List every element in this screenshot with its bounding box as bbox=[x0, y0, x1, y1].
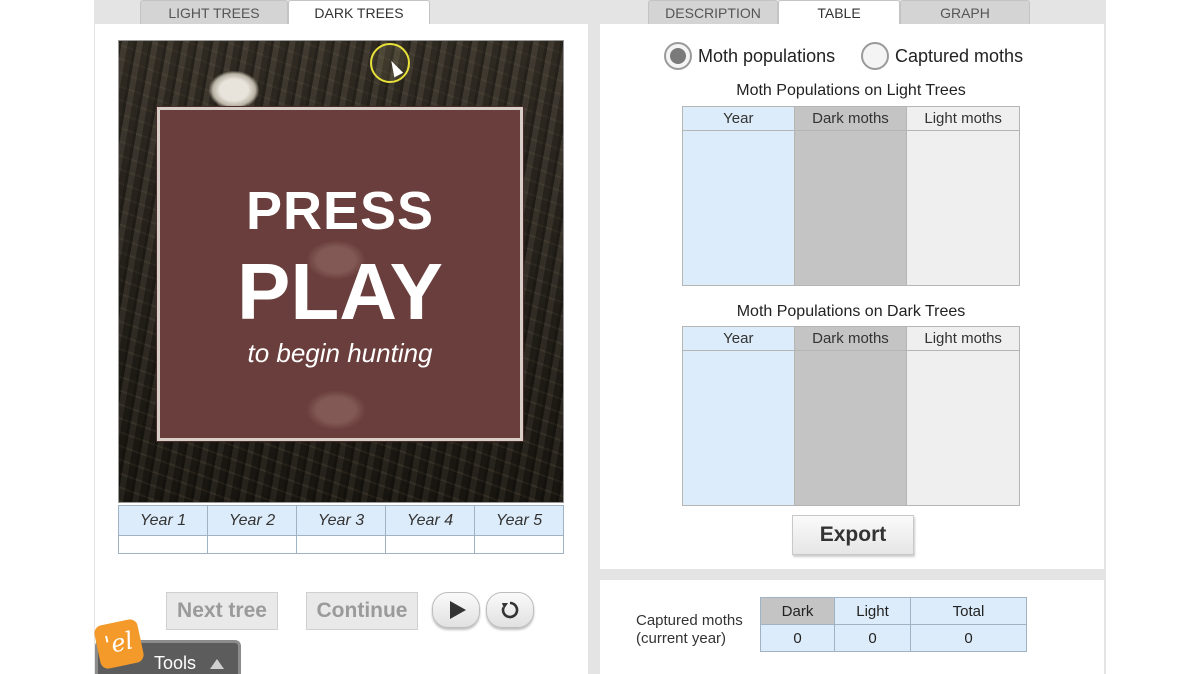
year-column bbox=[682, 350, 795, 506]
dark-trees-table: Year Dark moths Light moths bbox=[682, 326, 1020, 506]
caret-up-icon bbox=[210, 659, 224, 669]
year-cell: Year 1 bbox=[118, 505, 208, 536]
captured-moths-label: Captured moths (current year) bbox=[636, 612, 743, 648]
column-header-light-moths: Light moths bbox=[906, 326, 1020, 351]
radio-button[interactable] bbox=[664, 42, 692, 70]
captured-header-dark: Dark bbox=[760, 597, 835, 625]
year-cell: Year 2 bbox=[207, 505, 297, 536]
next-tree-button[interactable]: Next tree bbox=[166, 592, 278, 630]
column-header-dark-moths: Dark moths bbox=[793, 326, 908, 351]
year-column bbox=[682, 130, 795, 286]
column-header-light-moths: Light moths bbox=[906, 106, 1020, 131]
light-moths-column bbox=[906, 130, 1020, 286]
year-value-cell bbox=[296, 535, 386, 554]
play-text: PLAY bbox=[236, 247, 443, 336]
captured-header-total: Total bbox=[910, 597, 1027, 625]
light-trees-table-title: Moth Populations on Light Trees bbox=[736, 82, 966, 99]
right-tab-bar: DESCRIPTION TABLE GRAPH bbox=[648, 0, 1030, 25]
captured-label-line1: Captured moths bbox=[636, 612, 743, 629]
reset-icon bbox=[501, 601, 519, 619]
gizmo-app: LIGHT TREES DARK TREES PRESS PLAY to beg… bbox=[0, 0, 1200, 674]
year-value-cell bbox=[385, 535, 475, 554]
ghost-moth-icon bbox=[306, 390, 366, 430]
dark-moths-column bbox=[793, 130, 908, 286]
column-header-year: Year bbox=[682, 106, 795, 131]
year-progress-table: Year 1 Year 2 Year 3 Year 4 Year 5 bbox=[118, 505, 564, 554]
year-cell: Year 3 bbox=[296, 505, 386, 536]
captured-total-value: 0 bbox=[910, 624, 1027, 652]
tab-dark-trees[interactable]: DARK TREES bbox=[288, 0, 430, 25]
light-moth-icon[interactable] bbox=[209, 71, 259, 109]
light-moths-column bbox=[906, 350, 1020, 506]
column-header-dark-moths: Dark moths bbox=[793, 106, 908, 131]
dark-moths-column bbox=[793, 350, 908, 506]
tab-description[interactable]: DESCRIPTION bbox=[648, 0, 778, 24]
radio-label: Captured moths bbox=[895, 45, 1024, 66]
radio-label: Moth populations bbox=[698, 45, 836, 66]
captured-header-light: Light bbox=[834, 597, 911, 625]
year-value-cell bbox=[474, 535, 564, 554]
press-play-overlay: PRESS PLAY to begin hunting bbox=[157, 107, 523, 441]
captured-dark-value: 0 bbox=[760, 624, 835, 652]
light-trees-table: Year Dark moths Light moths bbox=[682, 106, 1020, 286]
radio-button[interactable] bbox=[861, 42, 889, 70]
continue-button[interactable]: Continue bbox=[306, 592, 418, 630]
export-button[interactable]: Export bbox=[792, 515, 914, 555]
year-cell: Year 5 bbox=[474, 505, 564, 536]
captured-label-line2: (current year) bbox=[636, 630, 727, 647]
column-header-year: Year bbox=[682, 326, 795, 351]
year-value-cell bbox=[207, 535, 297, 554]
play-icon bbox=[450, 601, 466, 619]
year-value-cell bbox=[118, 535, 208, 554]
press-text: PRESS bbox=[245, 181, 435, 241]
dark-trees-table-title: Moth Populations on Dark Trees bbox=[736, 303, 966, 320]
year-cell: Year 4 bbox=[385, 505, 475, 536]
play-button[interactable] bbox=[432, 592, 480, 628]
begin-hunting-text: to begin hunting bbox=[247, 338, 433, 368]
explorelearning-logo: 'el bbox=[92, 617, 146, 671]
tab-light-trees[interactable]: LIGHT TREES bbox=[140, 0, 288, 24]
tab-graph[interactable]: GRAPH bbox=[900, 0, 1030, 24]
radio-selected-dot bbox=[670, 48, 686, 64]
tools-label: Tools bbox=[154, 653, 197, 673]
radio-captured-moths[interactable]: Captured moths bbox=[861, 42, 1023, 70]
reset-button[interactable] bbox=[486, 592, 534, 628]
captured-moths-table: Dark Light Total 0 0 0 bbox=[760, 597, 1027, 652]
tab-table[interactable]: TABLE bbox=[778, 0, 900, 25]
radio-moth-populations[interactable]: Moth populations bbox=[664, 42, 835, 70]
tree-scene[interactable]: PRESS PLAY to begin hunting bbox=[118, 40, 564, 503]
captured-light-value: 0 bbox=[834, 624, 911, 652]
left-tab-bar: LIGHT TREES DARK TREES bbox=[140, 0, 430, 25]
